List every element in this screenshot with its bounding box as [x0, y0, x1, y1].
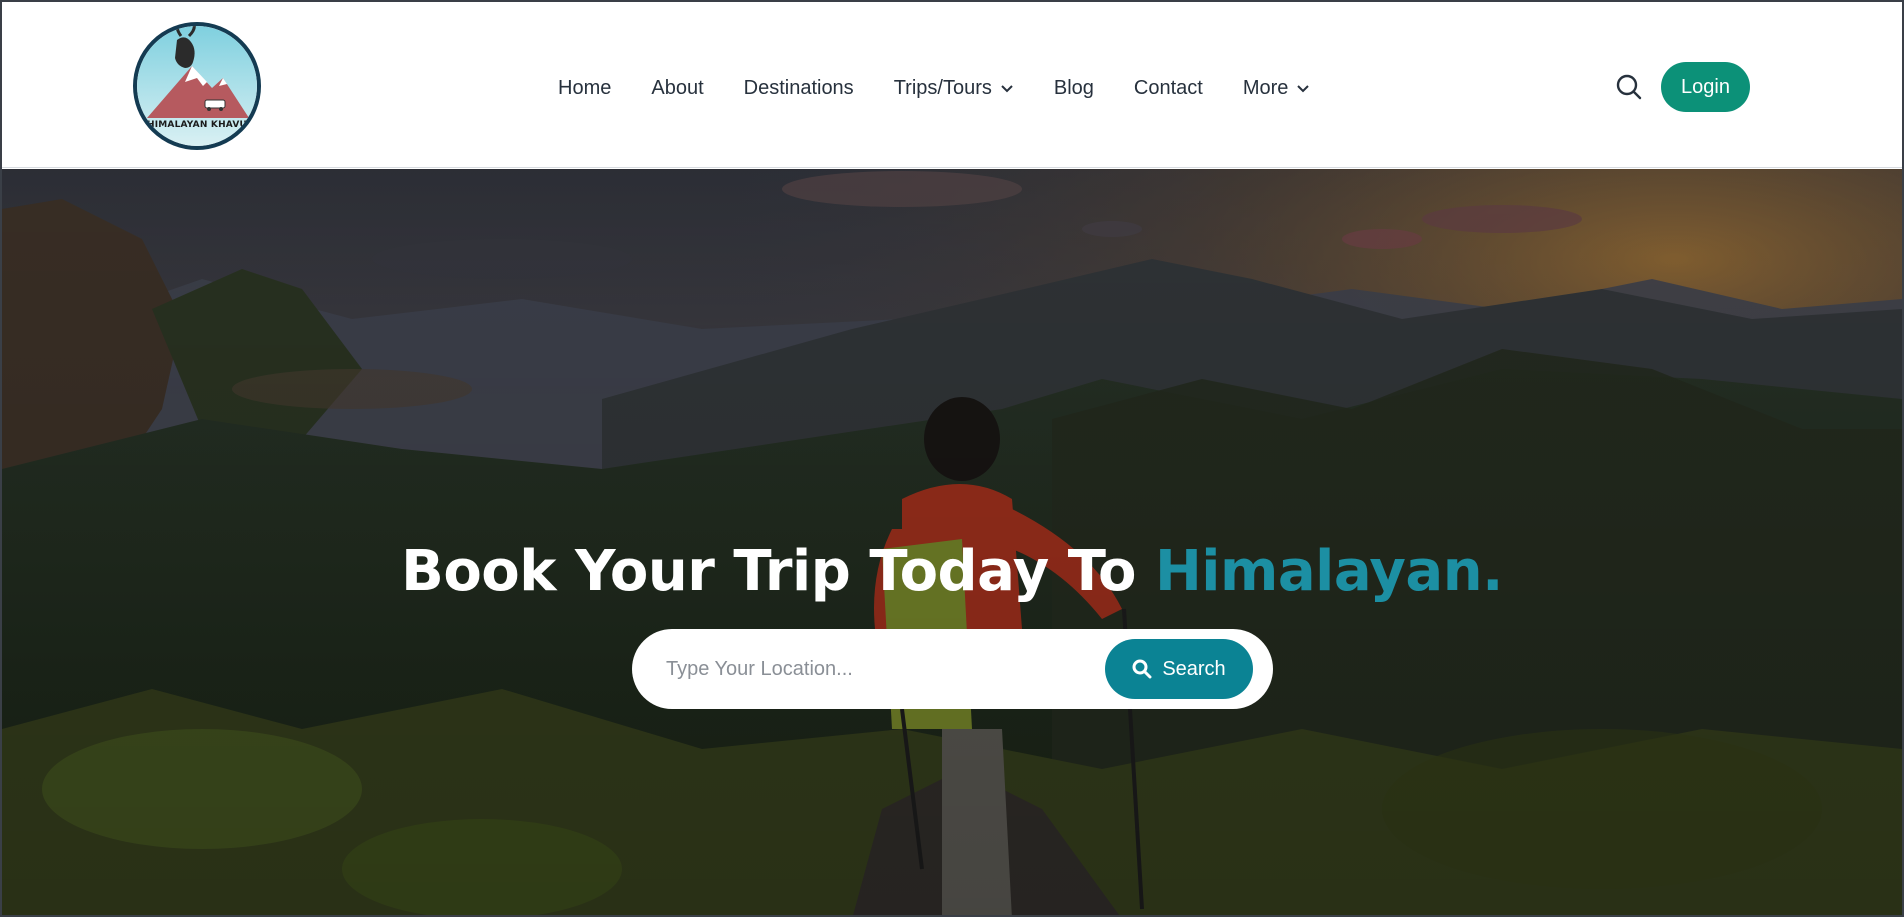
logo-text: HIMALAYAN KHAVU	[146, 120, 248, 130]
hero-section: Book Your Trip Today To Himalayan. Searc…	[2, 169, 1902, 915]
nav-item-label: Destinations	[743, 76, 854, 99]
nav-item-about[interactable]: About	[651, 77, 703, 100]
nav-item-label: Contact	[1133, 76, 1203, 99]
main-nav: Home About Destinations Trips/Tours Blog…	[558, 70, 1350, 106]
site-header: HIMALAYAN KHAVU Home About Destinations …	[2, 2, 1902, 168]
login-button[interactable]: Login	[1661, 62, 1750, 112]
nav-item-label: Blog	[1053, 76, 1094, 99]
chevron-down-icon	[1296, 77, 1310, 100]
search-icon	[1132, 659, 1152, 679]
search-button[interactable]: Search	[1105, 639, 1253, 699]
nav-item-label: Home	[558, 76, 612, 99]
nav-item-label: About	[651, 76, 704, 99]
nav-item-home[interactable]: Home	[558, 77, 611, 100]
nav-item-label: Trips/Tours	[893, 76, 992, 99]
nav-item-label: More	[1242, 76, 1289, 99]
site-logo[interactable]: HIMALAYAN KHAVU	[133, 22, 261, 150]
nav-item-more[interactable]: More	[1243, 77, 1311, 100]
hero-title-main: Book Your Trip Today To	[401, 539, 1155, 604]
nav-item-destinations[interactable]: Destinations	[744, 77, 854, 100]
nav-item-contact[interactable]: Contact	[1134, 77, 1203, 100]
chevron-down-icon	[1000, 77, 1014, 100]
location-search-bar: Search	[632, 629, 1273, 709]
hero-title-accent: Himalayan.	[1154, 539, 1503, 604]
search-button-label: Search	[1162, 657, 1226, 680]
hero-title: Book Your Trip Today To Himalayan.	[2, 539, 1902, 604]
nav-item-trips-tours[interactable]: Trips/Tours	[894, 77, 1014, 100]
page: HIMALAYAN KHAVU Home About Destinations …	[0, 0, 1904, 917]
nav-item-blog[interactable]: Blog	[1054, 77, 1094, 100]
search-icon[interactable]	[1614, 72, 1644, 102]
location-search-input[interactable]	[666, 657, 1105, 681]
